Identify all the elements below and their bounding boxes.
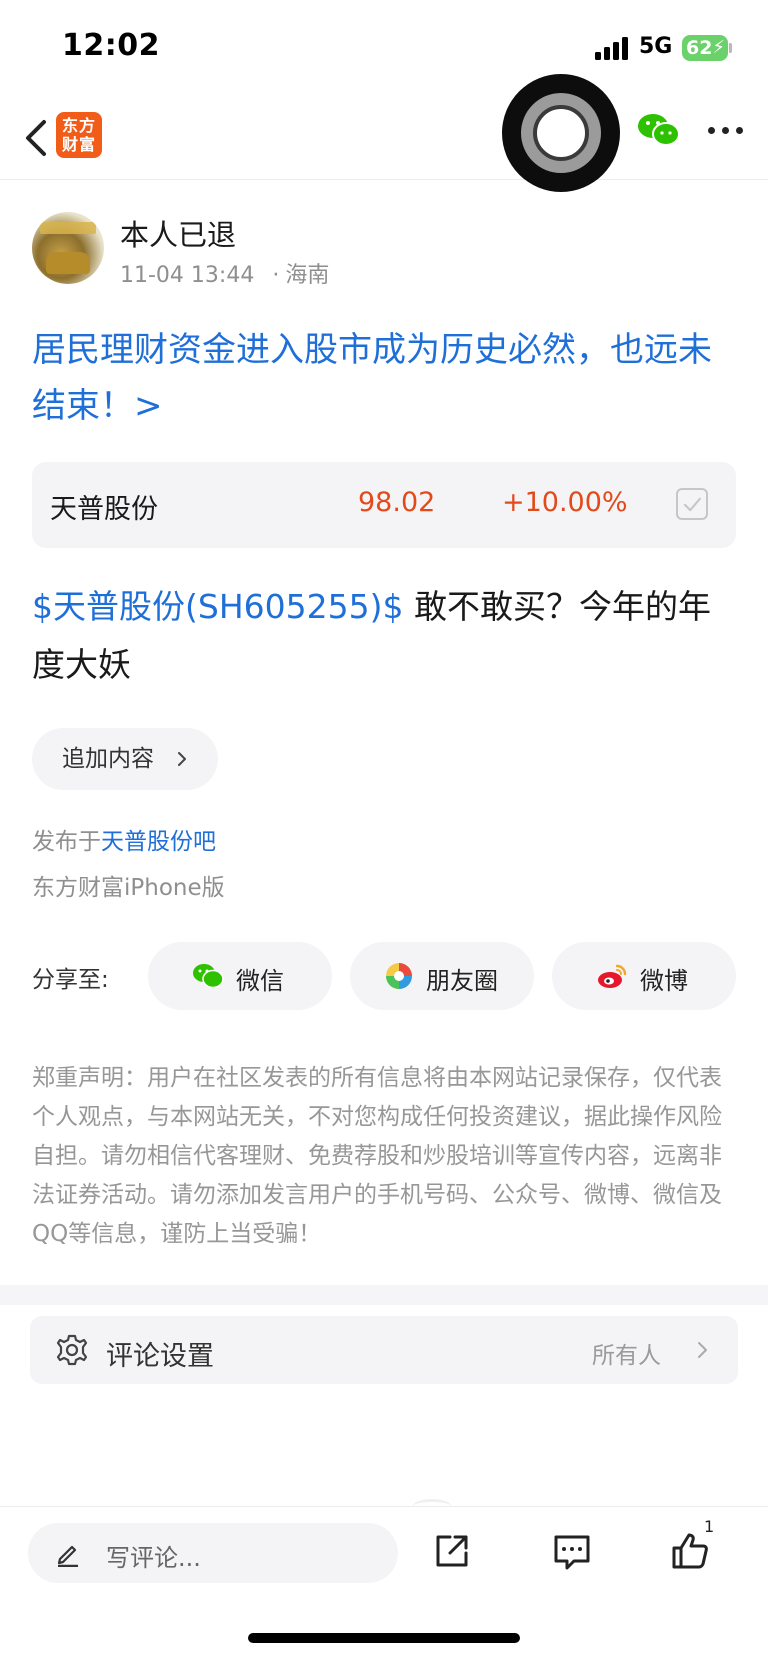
battery-icon: 62 ⚡ [682,35,728,61]
share-label: 分享至: [32,967,109,993]
share-moments-label: 朋友圈 [426,967,498,995]
share-icon[interactable] [430,1529,474,1573]
floating-camera-button[interactable] [502,74,620,192]
author-avatar[interactable] [32,212,104,284]
share-weibo-button[interactable]: 微博 [552,942,736,1010]
comment-settings-label: 评论设置 [106,1341,214,1372]
post-meta: 11-04 13:44 · 海南 [120,257,329,289]
comment-icon[interactable] [550,1529,594,1573]
post-time: 11-04 13:44 [120,263,255,288]
post-location: 海南 [285,263,330,288]
app-logo: 东方 财富 [56,112,102,158]
status-bar: 12:02 5G 62 ⚡ [0,0,768,96]
wechat-icon[interactable] [636,110,682,150]
section-divider [0,1285,768,1305]
comment-settings-row[interactable]: 评论设置 所有人 [30,1316,738,1384]
stock-price: 98.02 [358,487,436,518]
post-body: $天普股份(SH605255)$ 敢不敢买？今年的年度大妖 [32,578,742,694]
client-source: 东方财富iPhone版 [32,875,225,901]
meta-separator: · [272,263,280,288]
author-name[interactable]: 本人已退 [120,212,236,254]
share-wechat-button[interactable]: 微信 [148,942,332,1010]
share-weibo-label: 微博 [640,967,688,995]
network-type: 5G [639,34,673,59]
home-indicator [248,1633,520,1643]
comment-input[interactable]: 写评论... [28,1523,398,1583]
refresh-indicator [412,1499,452,1515]
stock-bar-link[interactable]: 天普股份吧 [101,829,216,855]
comment-placeholder: 写评论... [106,1544,201,1572]
comment-settings-value: 所有人 [592,1343,661,1369]
status-time: 12:02 [62,28,160,63]
battery-tip [729,43,732,53]
weibo-icon [598,964,627,988]
stock-tag-link[interactable]: $天普股份(SH605255)$ [32,587,403,626]
stock-name: 天普股份 [50,494,158,525]
headline-link[interactable]: 居民理财资金进入股市成为历史必然，也远未结束！> [32,322,742,434]
disclaimer: 郑重声明：用户在社区发表的所有信息将由本网站记录保存，仅代表个人观点，与本网站无… [32,1065,722,1247]
share-moments-button[interactable]: 朋友圈 [350,942,534,1010]
logo-line-2: 财富 [61,135,96,154]
gear-icon [56,1334,88,1366]
stock-change: +10.00% [502,487,628,518]
signal-icon [595,36,629,60]
append-content-button[interactable]: 追加内容 [32,728,218,790]
add-watchlist-checkbox-icon[interactable] [676,488,708,520]
battery-level: 62 [686,37,713,59]
share-wechat-label: 微信 [236,967,284,995]
wechat-icon [193,964,224,989]
chevron-right-icon [698,1342,707,1358]
more-options-icon[interactable] [708,124,744,136]
published-in: 发布于天普股份吧 [32,822,216,856]
like-count: 1 [704,1517,715,1536]
moments-icon [386,963,412,989]
published-prefix: 发布于 [32,829,101,855]
back-icon[interactable] [18,114,58,162]
stock-card[interactable]: 天普股份 98.02 +10.00% [32,462,736,548]
append-content-label: 追加内容 [62,746,154,772]
chevron-right-icon [178,752,186,766]
pencil-icon [57,1545,78,1567]
nav-bar: 东方 财富 [0,74,768,192]
logo-line-1: 东方 [61,116,96,135]
